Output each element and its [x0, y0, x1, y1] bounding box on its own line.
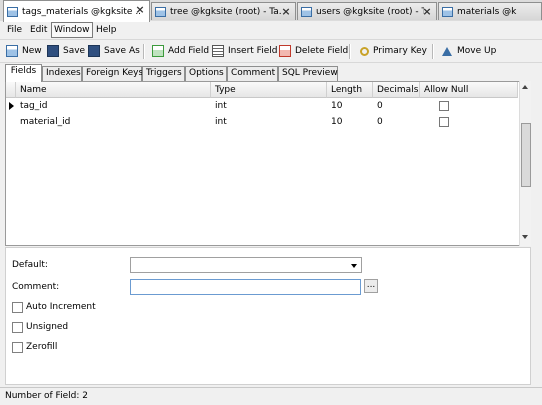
toolbar-separator [432, 44, 434, 59]
table-icon [7, 6, 18, 17]
menu-edit[interactable]: Edit [28, 23, 49, 37]
doc-tab-label: tags_materials @kgksite ... [22, 6, 140, 17]
scroll-up-arrow-icon[interactable] [522, 85, 528, 89]
doc-tab-label: materials @k [457, 6, 517, 17]
auto-increment-label: Auto Increment [26, 302, 96, 312]
doc-tab-tags-materials[interactable]: tags_materials @kgksite ... × [3, 0, 150, 22]
comment-ellipsis-button[interactable]: ... [364, 279, 378, 293]
doc-tab-label: users @kgksite (root) - T... [316, 6, 424, 17]
default-dropdown[interactable] [130, 257, 362, 273]
doc-tab-materials[interactable]: materials @k [438, 2, 542, 20]
fields-grid[interactable]: Name Type Length Decimals Allow Null tag… [5, 81, 531, 246]
unsigned-label: Unsigned [26, 322, 69, 332]
insert-field-icon [212, 45, 224, 57]
property-tab-strip: Fields Indexes Foreign Keys Triggers Opt… [3, 64, 539, 82]
new-button[interactable]: New [6, 43, 42, 59]
column-header-name[interactable]: Name [16, 82, 211, 98]
comment-input[interactable] [130, 279, 361, 295]
toolbar: New Save Save As Add Field Insert Field … [0, 40, 542, 63]
table-icon [301, 6, 312, 17]
tab-sql-preview[interactable]: SQL Preview [278, 66, 338, 81]
table-icon [442, 6, 453, 17]
key-icon [360, 46, 369, 56]
chevron-down-icon [351, 264, 357, 268]
zerofill-checkbox[interactable] [12, 342, 23, 353]
add-field-label: Add Field [168, 46, 210, 56]
field-name-cell[interactable]: material_id [16, 114, 211, 130]
doc-tab-label: tree @kgksite (root) - Ta... [170, 6, 282, 17]
scroll-down-arrow-icon[interactable] [522, 235, 528, 239]
move-up-button[interactable]: Move Up [442, 43, 496, 59]
tab-fields[interactable]: Fields [5, 64, 42, 82]
grid-row-header-corner [6, 82, 16, 98]
close-icon[interactable]: × [135, 4, 145, 15]
status-bar: Number of Field: 2 [0, 387, 542, 405]
column-header-type[interactable]: Type [211, 82, 327, 98]
document-tab-strip: tags_materials @kgksite ... × tree @kgks… [0, 0, 542, 22]
tab-triggers[interactable]: Triggers [142, 66, 185, 81]
field-decimals-cell[interactable]: 0 [373, 98, 420, 114]
field-length-cell[interactable]: 10 [327, 98, 373, 114]
scroll-thumb[interactable] [521, 123, 531, 187]
field-decimals-cell[interactable]: 0 [373, 114, 420, 130]
save-button[interactable]: Save [47, 43, 85, 59]
save-label: Save [63, 46, 86, 56]
new-table-icon [6, 45, 18, 57]
move-up-label: Move Up [457, 46, 497, 56]
save-as-button[interactable]: Save As [88, 43, 140, 59]
add-field-icon [152, 45, 164, 57]
allow-null-checkbox[interactable] [439, 117, 449, 127]
save-icon [47, 45, 59, 57]
tab-indexes[interactable]: Indexes [42, 66, 82, 81]
current-row-indicator [6, 98, 16, 114]
save-as-label: Save As [104, 46, 140, 56]
toolbar-separator [349, 44, 351, 59]
grid-vertical-scrollbar[interactable] [519, 81, 531, 246]
primary-key-label: Primary Key [373, 46, 427, 56]
column-header-length[interactable]: Length [327, 82, 373, 98]
field-count-status: Number of Field: 2 [5, 391, 88, 401]
delete-field-label: Delete Field [295, 46, 349, 56]
column-header-decimals[interactable]: Decimals [373, 82, 420, 98]
zerofill-label: Zerofill [26, 342, 58, 352]
arrow-up-icon [442, 46, 452, 56]
close-icon[interactable]: × [281, 6, 291, 17]
default-label: Default: [12, 260, 48, 270]
close-icon[interactable]: × [422, 6, 432, 17]
column-header-allow-null[interactable]: Allow Null [420, 82, 518, 98]
primary-key-button[interactable]: Primary Key [360, 43, 427, 59]
new-label: New [22, 46, 42, 56]
field-type-cell[interactable]: int [211, 98, 327, 114]
allow-null-checkbox[interactable] [439, 101, 449, 111]
doc-tab-users[interactable]: users @kgksite (root) - T... × [297, 2, 437, 20]
insert-field-button[interactable]: Insert Field [212, 43, 277, 59]
delete-field-button[interactable]: Delete Field [279, 43, 348, 59]
tab-options[interactable]: Options [185, 66, 227, 81]
table-icon [155, 6, 166, 17]
menu-help[interactable]: Help [94, 23, 119, 37]
tab-comment[interactable]: Comment [227, 66, 278, 81]
add-field-button[interactable]: Add Field [152, 43, 209, 59]
menu-file[interactable]: File [5, 23, 24, 37]
menu-window[interactable]: Window [51, 22, 93, 38]
save-as-icon [88, 45, 100, 57]
field-name-cell[interactable]: tag_id [16, 98, 211, 114]
unsigned-checkbox[interactable] [12, 322, 23, 333]
field-length-cell[interactable]: 10 [327, 114, 373, 130]
delete-field-icon [279, 45, 291, 57]
doc-tab-tree[interactable]: tree @kgksite (root) - Ta... × [151, 2, 296, 20]
auto-increment-checkbox[interactable] [12, 302, 23, 313]
field-properties-panel: Default: Comment: ... Auto Increment Uns… [5, 247, 531, 385]
field-type-cell[interactable]: int [211, 114, 327, 130]
comment-label: Comment: [12, 282, 60, 292]
tab-foreign-keys[interactable]: Foreign Keys [82, 66, 143, 81]
menu-bar: File Edit Window Help [0, 21, 542, 40]
toolbar-separator [143, 44, 145, 59]
insert-field-label: Insert Field [228, 46, 278, 56]
